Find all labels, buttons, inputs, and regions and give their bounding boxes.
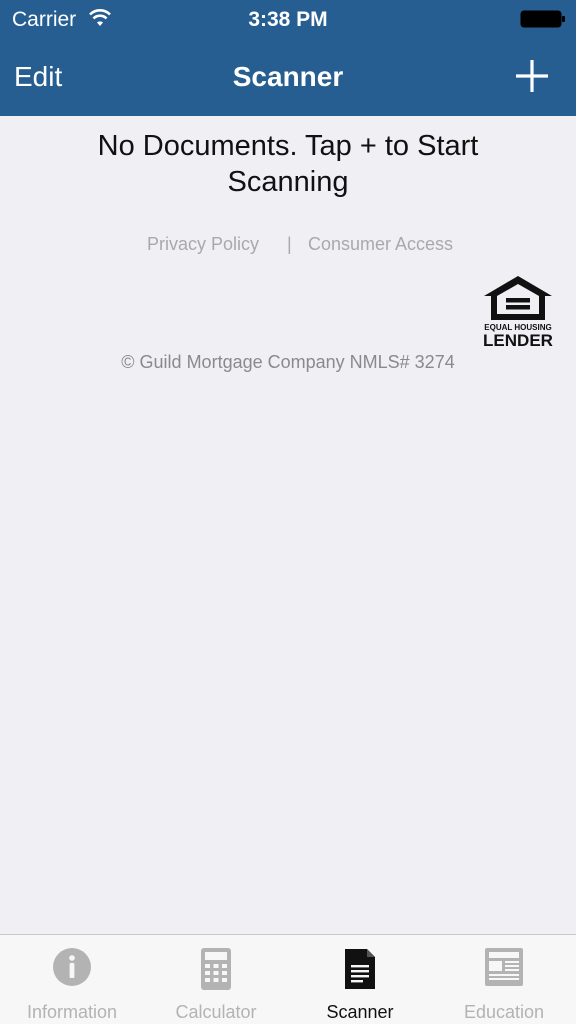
tab-label: Information [26, 1002, 118, 1022]
tab-label: Education [463, 1002, 545, 1022]
tab-bar: Information Calculator Scanner Education [0, 934, 576, 1024]
document-icon [345, 949, 375, 989]
info-icon [53, 948, 91, 986]
battery-icon [520, 10, 565, 28]
tab-calculator[interactable]: Calculator [144, 935, 288, 1024]
logo-text-bottom: LENDER [483, 331, 553, 348]
link-separator: | [287, 234, 292, 254]
tab-education[interactable]: Education [432, 935, 576, 1024]
equal-housing-lender-logo: EQUAL HOUSING LENDER [483, 276, 553, 348]
tab-scanner[interactable]: Scanner [288, 935, 432, 1024]
newspaper-icon [485, 948, 523, 986]
empty-state-message: No Documents. Tap + to Start Scanning [97, 130, 479, 198]
privacy-policy-link[interactable]: Privacy Policy [147, 232, 259, 256]
calculator-icon [201, 948, 231, 990]
consumer-access-link[interactable]: Consumer Access [308, 232, 453, 256]
footer-links: Privacy Policy | Consumer Access [0, 232, 576, 258]
page-title: Scanner [232, 61, 344, 92]
tab-label: Scanner [326, 1002, 394, 1022]
tab-information[interactable]: Information [0, 935, 144, 1024]
plus-icon[interactable] [510, 58, 554, 94]
status-time: 3:38 PM [248, 8, 328, 31]
header: Carrier 3:38 PM Edit Scanner [0, 0, 576, 116]
nav-bar: Edit Scanner [0, 40, 576, 116]
copyright-text: © Guild Mortgage Company NMLS# 3274 [121, 352, 455, 372]
status-bar: Carrier 3:38 PM [0, 0, 576, 40]
tab-label: Calculator [175, 1002, 257, 1022]
